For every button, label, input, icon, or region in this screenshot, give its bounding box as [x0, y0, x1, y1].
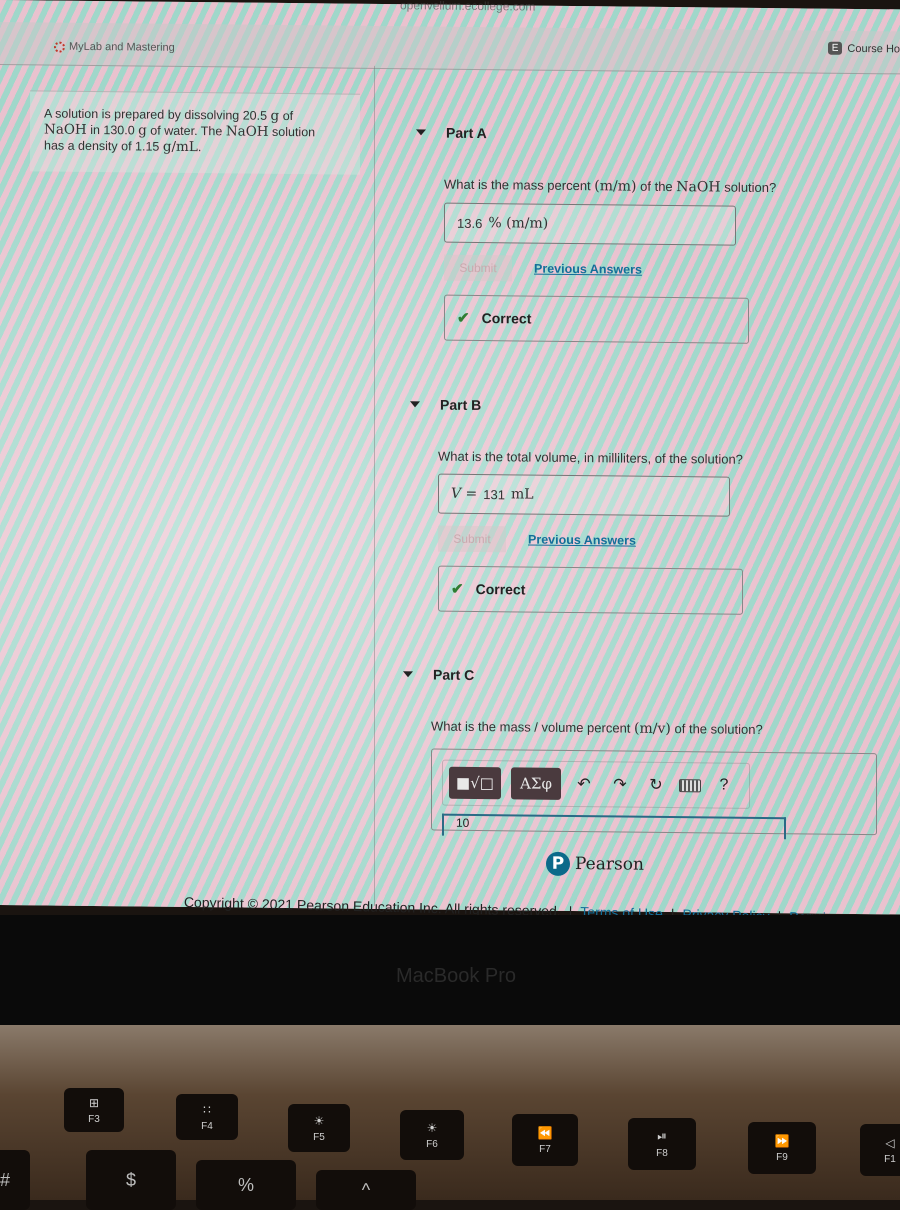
- panel-divider: [374, 65, 375, 906]
- caret-down-icon: [416, 129, 426, 136]
- brand-link[interactable]: MyLab and Mastering: [54, 41, 175, 54]
- mylab-logo-icon: [54, 41, 65, 53]
- part-b-submit-button[interactable]: Submit: [438, 525, 506, 553]
- course-home-link[interactable]: E Course Ho: [827, 41, 900, 56]
- part-a-previous-answers-link[interactable]: Previous Answers: [534, 262, 642, 277]
- keyboard-light-up-icon: ☀: [426, 1120, 438, 1135]
- part-b-label: Part B: [440, 396, 482, 414]
- key-f3[interactable]: ⊞ F3: [64, 1088, 124, 1132]
- part-b-question: What is the total volume, in milliliters…: [438, 448, 743, 467]
- part-a-answer-field[interactable]: 13.6 % (m/m): [444, 202, 736, 246]
- symbols-button[interactable]: ΑΣφ: [511, 767, 561, 800]
- part-c: Part C What is the mass / volume percent…: [403, 666, 877, 840]
- part-b-feedback: ✔ Correct: [438, 565, 743, 615]
- launchpad-icon: ∷: [203, 1102, 211, 1117]
- mute-icon: ◁: [885, 1135, 895, 1150]
- reset-icon[interactable]: ↻: [643, 775, 669, 795]
- checkmark-icon: ✔: [451, 580, 464, 598]
- math-toolbar: ■√□ ΑΣφ ↶ ↷ ↻ ?: [442, 759, 750, 809]
- key-f9[interactable]: ⏩ F9: [748, 1122, 816, 1174]
- redo-icon[interactable]: ↷: [607, 774, 633, 794]
- part-c-answer-input[interactable]: 10: [442, 813, 786, 840]
- browser-screen: openvellum.ecollege.com MyLab and Master…: [0, 0, 900, 926]
- help-icon[interactable]: ?: [711, 776, 737, 794]
- caret-down-icon: [410, 401, 420, 408]
- keyboard-light-down-icon: ☀: [313, 1113, 325, 1128]
- checkmark-icon: ✔: [457, 309, 470, 327]
- course-home-label: Course Ho: [847, 42, 900, 55]
- play-pause-icon: ⏯: [657, 1129, 667, 1143]
- mission-control-icon: ⊞: [88, 1095, 100, 1110]
- part-c-toggle[interactable]: Part C: [403, 666, 877, 687]
- url-fragment: openvellum.ecollege.com: [400, 0, 536, 14]
- key-f8[interactable]: ⏯ F8: [628, 1118, 696, 1170]
- part-b-answer-field[interactable]: V = 131 mL: [438, 473, 730, 517]
- part-a-submit-button[interactable]: Submit: [444, 254, 512, 282]
- key-f10[interactable]: ◁ F1: [860, 1124, 900, 1176]
- part-a-question: What is the mass percent (m/m) of the Na…: [444, 176, 777, 196]
- undo-icon[interactable]: ↶: [571, 774, 597, 794]
- brand-label: MyLab and Mastering: [69, 40, 175, 54]
- part-a-label: Part A: [446, 124, 487, 142]
- pearson-logo-icon: P: [546, 851, 570, 876]
- key-dollar[interactable]: $: [86, 1150, 176, 1210]
- key-hash[interactable]: #: [0, 1150, 30, 1210]
- problem-statement: A solution is prepared by dissolving 20.…: [44, 106, 316, 156]
- fast-forward-icon: ⏩: [774, 1133, 790, 1148]
- key-caret[interactable]: ^: [316, 1170, 416, 1210]
- key-f6[interactable]: ☀ F6: [400, 1110, 464, 1160]
- part-a: Part A What is the mass percent (m/m) of…: [416, 124, 776, 344]
- part-c-answer-area: ■√□ ΑΣφ ↶ ↷ ↻ ? 10: [431, 748, 877, 840]
- key-f7[interactable]: ⏪ F7: [512, 1114, 578, 1166]
- part-c-label: Part C: [433, 666, 475, 683]
- course-home-badge-icon: E: [827, 41, 843, 55]
- part-b-toggle[interactable]: Part B: [410, 396, 743, 415]
- keyboard-icon[interactable]: [679, 778, 701, 792]
- templates-button[interactable]: ■√□: [449, 766, 501, 800]
- key-f4[interactable]: ∷ F4: [176, 1094, 238, 1140]
- part-b: Part B What is the total volume, in mill…: [410, 396, 743, 615]
- key-percent[interactable]: %: [196, 1160, 296, 1210]
- pearson-brand: P Pearson: [546, 851, 644, 877]
- part-a-feedback: ✔ Correct: [444, 294, 749, 344]
- caret-down-icon: [403, 671, 413, 678]
- part-a-toggle[interactable]: Part A: [416, 124, 776, 144]
- rewind-icon: ⏪: [537, 1125, 553, 1140]
- key-f5[interactable]: ☀ F5: [288, 1104, 350, 1152]
- part-c-question: What is the mass / volume percent (m/v) …: [431, 718, 763, 738]
- part-b-previous-answers-link[interactable]: Previous Answers: [528, 533, 636, 548]
- device-label: MacBook Pro: [396, 965, 517, 987]
